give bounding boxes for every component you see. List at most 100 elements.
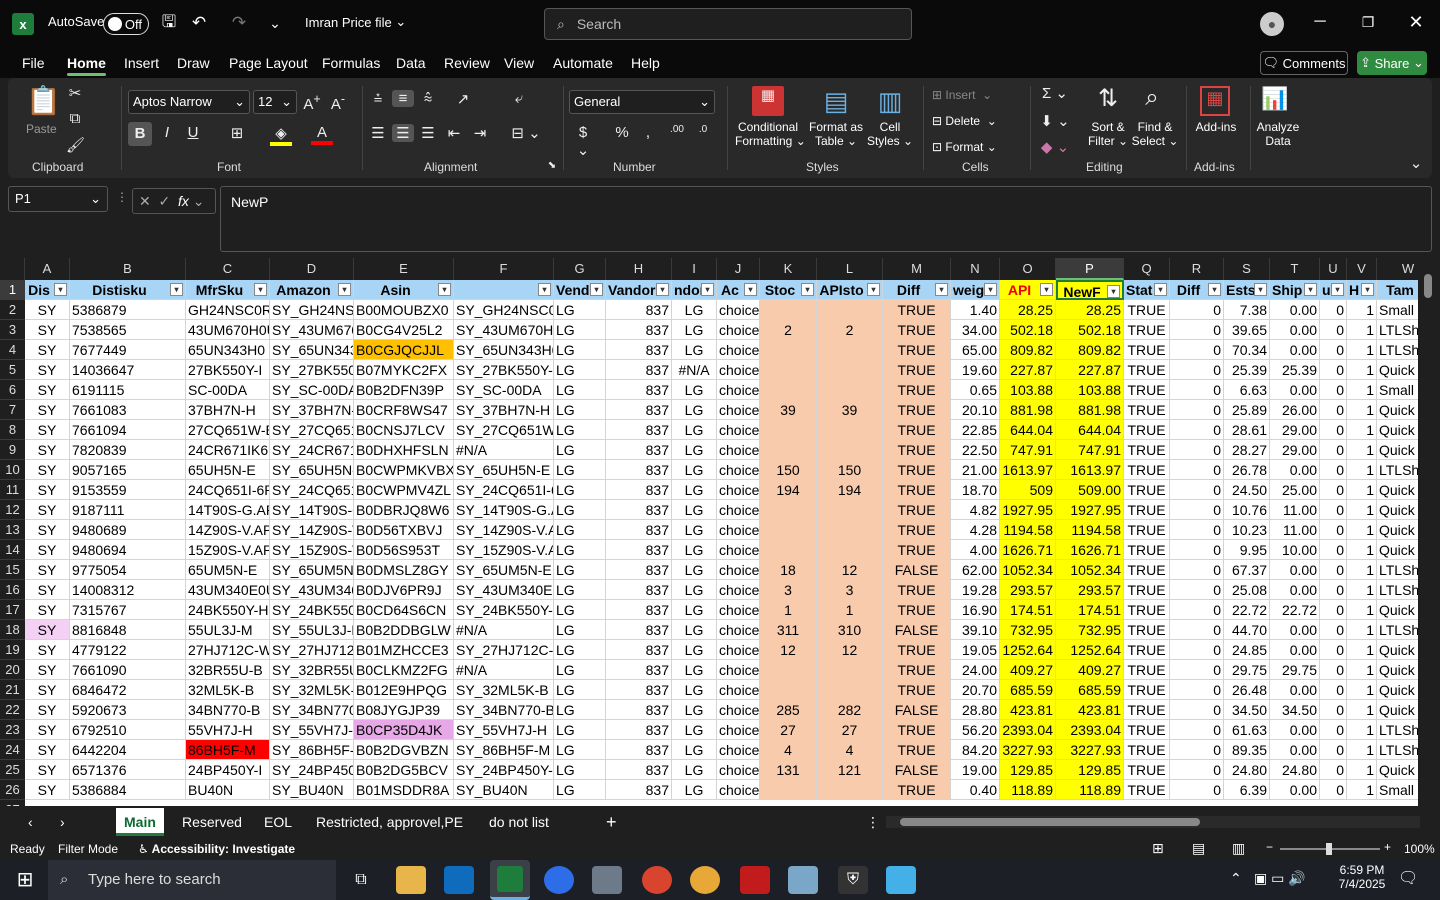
table-cell[interactable]: 1.40	[951, 300, 1000, 320]
row-header-16[interactable]: 16	[0, 580, 25, 600]
table-cell[interactable]: 0	[1320, 640, 1347, 660]
increase-indent-icon[interactable]: ⇥	[470, 124, 490, 142]
table-cell[interactable]: 509.00	[1056, 480, 1124, 500]
table-cell[interactable]: 837	[606, 560, 672, 580]
align-middle-icon[interactable]: ≡	[392, 90, 414, 107]
table-cell[interactable]: 837	[606, 660, 672, 680]
table-cell[interactable]: SY	[25, 660, 70, 680]
table-cell[interactable]: 0.00	[1270, 560, 1320, 580]
table-cell[interactable]: 24.00	[951, 660, 1000, 680]
table-cell[interactable]: 311	[760, 620, 817, 640]
table-cell[interactable]: LG	[672, 320, 717, 340]
table-cell[interactable]: LG	[554, 720, 606, 740]
outlook-icon[interactable]	[444, 866, 474, 894]
filter-dropdown-icon[interactable]: ▾	[744, 283, 757, 296]
column-header-S[interactable]: S	[1224, 258, 1270, 280]
column-header-I[interactable]: I	[672, 258, 717, 280]
table-cell[interactable]: SY	[25, 740, 70, 760]
table-cell[interactable]: LG	[672, 780, 717, 800]
column-header-B[interactable]: B	[70, 258, 186, 280]
table-cell[interactable]: 29.00	[1270, 440, 1320, 460]
table-cell[interactable]: SY_65UM5N-E	[270, 560, 354, 580]
table-cell[interactable]: SY_43UM340E0U	[454, 580, 554, 600]
name-box[interactable]: P1 ⌄	[8, 186, 108, 212]
table-cell[interactable]: 3	[817, 580, 883, 600]
table-cell[interactable]: 67.37	[1224, 560, 1270, 580]
table-cell[interactable]: 55UL3J-M	[186, 620, 270, 640]
table-cell[interactable]: 27	[817, 720, 883, 740]
table-cell[interactable]: B0CNSJ7LCV	[354, 420, 454, 440]
table-cell[interactable]: 5386879	[70, 300, 186, 320]
header-cell[interactable]: Ac ▾	[717, 280, 760, 300]
table-cell[interactable]: 1927.95	[1000, 500, 1056, 520]
table-cell[interactable]: SY_24BK550Y-H	[454, 600, 554, 620]
table-cell[interactable]: 121	[817, 760, 883, 780]
table-cell[interactable]: 0.00	[1270, 780, 1320, 800]
column-header-K[interactable]: K	[760, 258, 817, 280]
table-cell[interactable]: SY_86BH5F-M	[454, 740, 554, 760]
table-cell[interactable]: B0DBRJQ8W6	[354, 500, 454, 520]
table-cell[interactable]: SY	[25, 560, 70, 580]
table-cell[interactable]: 28.27	[1224, 440, 1270, 460]
table-cell[interactable]	[760, 300, 817, 320]
table-cell[interactable]: 1252.64	[1056, 640, 1124, 660]
comments-button[interactable]: 🗨 Comments	[1260, 51, 1348, 75]
table-cell[interactable]: 685.59	[1000, 680, 1056, 700]
table-cell[interactable]: 0	[1320, 680, 1347, 700]
table-cell[interactable]: 65UM5N-E	[186, 560, 270, 580]
table-cell[interactable]: 5920673	[70, 700, 186, 720]
filter-dropdown-icon[interactable]: ▾	[170, 283, 183, 296]
table-cell[interactable]: SY_SC-00DA	[454, 380, 554, 400]
table-cell[interactable]	[817, 420, 883, 440]
table-cell[interactable]: LG	[672, 300, 717, 320]
table-cell[interactable]: B07MYKC2FX	[354, 360, 454, 380]
tab-view[interactable]: View	[504, 48, 534, 78]
security-icon[interactable]: ⛨	[838, 866, 868, 894]
table-cell[interactable]: 1613.97	[1000, 460, 1056, 480]
row-header-13[interactable]: 13	[0, 520, 25, 540]
table-cell[interactable]: LG	[554, 580, 606, 600]
table-cell[interactable]: TRUE	[883, 540, 951, 560]
sort-filter-button[interactable]: Sort & Filter ⌄	[1084, 120, 1132, 148]
table-cell[interactable]: LG	[672, 460, 717, 480]
table-cell[interactable]: SY_34BN770-B	[454, 700, 554, 720]
table-cell[interactable]: FALSE	[883, 700, 951, 720]
table-cell[interactable]: B00MOUBZX0	[354, 300, 454, 320]
table-cell[interactable]: 6846472	[70, 680, 186, 700]
table-cell[interactable]	[760, 540, 817, 560]
filezilla-icon[interactable]	[740, 866, 770, 894]
minimize-icon[interactable]: ─	[1310, 12, 1330, 32]
zoom-out-icon[interactable]: −	[1266, 840, 1273, 854]
table-cell[interactable]: 0	[1170, 300, 1224, 320]
table-cell[interactable]: choice	[717, 720, 760, 740]
table-cell[interactable]: 24.85	[1224, 640, 1270, 660]
table-cell[interactable]: 39	[760, 400, 817, 420]
table-cell[interactable]: 6442204	[70, 740, 186, 760]
tab-home[interactable]: Home	[67, 48, 106, 78]
filter-dropdown-icon[interactable]: ▾	[438, 283, 451, 296]
table-cell[interactable]: 1	[1347, 400, 1377, 420]
format-cells-button[interactable]: ⊡ Format ⌄	[932, 140, 997, 154]
table-cell[interactable]: 227.87	[1000, 360, 1056, 380]
row-header-6[interactable]: 6	[0, 380, 25, 400]
table-cell[interactable]: TRUE	[1124, 660, 1170, 680]
table-cell[interactable]: FALSE	[883, 620, 951, 640]
table-cell[interactable]: 3227.93	[1000, 740, 1056, 760]
table-cell[interactable]	[760, 660, 817, 680]
column-header-J[interactable]: J	[717, 258, 760, 280]
table-cell[interactable]: SY_BU40N	[270, 780, 354, 800]
table-cell[interactable]: 837	[606, 520, 672, 540]
table-cell[interactable]: TRUE	[1124, 740, 1170, 760]
table-cell[interactable]: 0	[1320, 480, 1347, 500]
table-cell[interactable]: 7677449	[70, 340, 186, 360]
notifications-icon[interactable]: 🗨	[1398, 868, 1418, 888]
table-cell[interactable]: 22.50	[951, 440, 1000, 460]
header-cell[interactable]: Distisku ▾	[70, 280, 186, 300]
table-cell[interactable]: GH24NSC0R	[186, 300, 270, 320]
table-cell[interactable]: 129.85	[1000, 760, 1056, 780]
filter-dropdown-icon[interactable]: ▾	[1154, 283, 1167, 296]
column-header-E[interactable]: E	[354, 258, 454, 280]
table-cell[interactable]: 2393.04	[1056, 720, 1124, 740]
table-cell[interactable]: 24CQ651I-6P	[186, 480, 270, 500]
table-cell[interactable]	[817, 500, 883, 520]
